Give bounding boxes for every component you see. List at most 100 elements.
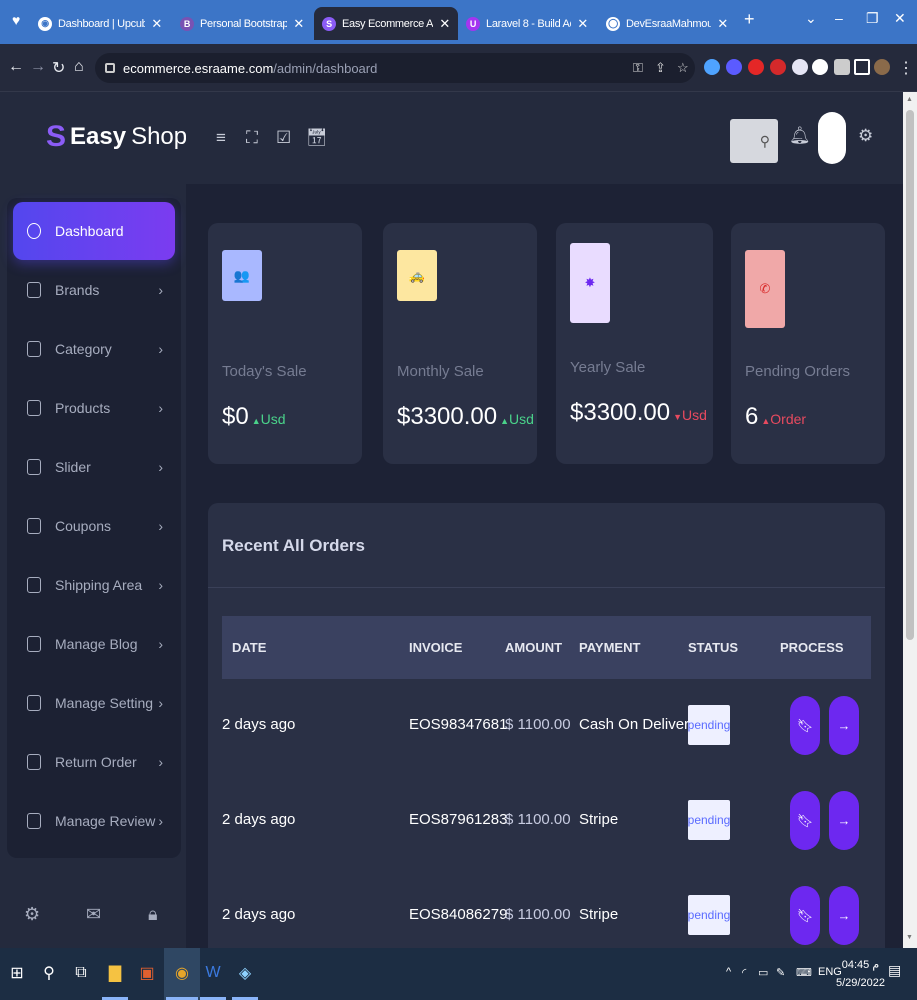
app-icon[interactable]: ▣ bbox=[136, 962, 158, 984]
sidebar-item-manage-review[interactable]: Manage Review › bbox=[13, 792, 175, 850]
extension-green-icon[interactable] bbox=[812, 59, 828, 75]
chrome-icon[interactable]: ◉ bbox=[171, 962, 193, 984]
page-scrollbar[interactable]: ▲ ▼ bbox=[903, 92, 917, 948]
sidebar-item-category[interactable]: Category › bbox=[13, 320, 175, 378]
stat-unit: Order bbox=[770, 411, 807, 427]
search-icon[interactable]: ⚲ bbox=[38, 962, 60, 984]
close-window-button[interactable]: ✕ bbox=[894, 10, 906, 27]
home-icon[interactable]: ⌂ bbox=[74, 58, 84, 76]
close-tab-icon[interactable]: ✕ bbox=[293, 16, 304, 32]
invoice-arrow-button[interactable]: → bbox=[829, 696, 859, 755]
view-order-button[interactable]: 🔖︎ bbox=[790, 696, 820, 755]
sidebar-item-label: Manage Blog bbox=[55, 636, 138, 652]
sidebar-item-manage-blog[interactable]: Manage Blog › bbox=[13, 615, 175, 673]
app-icon[interactable]: ◈ bbox=[234, 962, 256, 984]
minimize-button[interactable]: – bbox=[835, 10, 843, 26]
scroll-down-icon[interactable]: ▼ bbox=[906, 934, 913, 941]
tab-title: DevEsraaMahmoud/Ecomm bbox=[626, 17, 712, 30]
bell-icon[interactable]: 🔔︎ bbox=[789, 126, 811, 146]
table-header: DATE INVOICE AMOUNT PAYMENT STATUS PROCESS bbox=[222, 616, 871, 679]
tab-search-icon[interactable]: ♥ bbox=[12, 12, 20, 28]
scroll-thumb[interactable] bbox=[906, 110, 914, 640]
wifi-icon[interactable]: ◜ bbox=[742, 966, 746, 979]
word-icon[interactable]: W bbox=[202, 962, 224, 984]
stat-card-today-s-sale: 👥 Today's Sale $0 ▲Usd bbox=[208, 223, 362, 464]
trend-arrow-icon: ▼ bbox=[673, 412, 683, 422]
github-icon: ◯ bbox=[606, 16, 620, 31]
close-tab-icon[interactable]: ✕ bbox=[577, 16, 588, 32]
user-avatar[interactable] bbox=[818, 112, 846, 164]
new-tab-button[interactable]: + bbox=[744, 9, 755, 30]
profile-avatar[interactable] bbox=[874, 59, 890, 75]
chevron-down-icon[interactable]: ⌄ bbox=[805, 10, 817, 27]
star-icon[interactable]: ☆ bbox=[677, 60, 689, 76]
fullscreen-icon[interactable]: ⛶ bbox=[246, 128, 258, 148]
tab-2[interactable]: B Personal Bootstrap Templat ✕ bbox=[172, 7, 312, 40]
tab-1[interactable]: ◉ Dashboard | Upcube - Admi ✕ bbox=[30, 7, 170, 40]
file-explorer-icon[interactable]: ▇ bbox=[104, 962, 126, 984]
lock-icon[interactable]: 🔒︎ bbox=[148, 904, 158, 925]
pen-icon[interactable]: ✎ bbox=[776, 966, 785, 979]
battery-icon[interactable]: ▭ bbox=[758, 966, 768, 979]
menu-toggle-icon[interactable]: ≡ bbox=[216, 128, 226, 148]
chevron-up-icon[interactable]: ^ bbox=[726, 966, 731, 978]
close-tab-icon[interactable]: ✕ bbox=[439, 16, 450, 32]
extension-gear-icon[interactable] bbox=[726, 59, 742, 75]
sidebar-item-return-order[interactable]: Return Order › bbox=[13, 733, 175, 791]
maximize-button[interactable]: ❐ bbox=[866, 10, 879, 27]
task-view-icon[interactable]: ⧉ bbox=[70, 962, 92, 984]
invoice-arrow-button[interactable]: → bbox=[829, 886, 859, 945]
close-tab-icon[interactable]: ✕ bbox=[151, 16, 162, 32]
settings-gear-icon[interactable]: ⚙ bbox=[858, 126, 873, 146]
arrow-right-icon: → bbox=[837, 813, 851, 828]
arrow-right-icon: → bbox=[837, 908, 851, 923]
logo[interactable]: S Easy Shop bbox=[46, 120, 187, 154]
notifications-icon[interactable]: ▤ bbox=[888, 962, 901, 979]
sidepanel-icon[interactable] bbox=[854, 59, 870, 75]
url-field[interactable]: ecommerce.esraame.com/admin/dashboard ⚿ … bbox=[95, 53, 695, 83]
key-icon[interactable]: ⚿ bbox=[633, 60, 643, 76]
sidebar-item-slider[interactable]: Slider › bbox=[13, 438, 175, 496]
stat-value: 6 bbox=[745, 403, 759, 430]
search-button[interactable]: ⚲ bbox=[730, 119, 778, 163]
keyboard-icon[interactable]: ⌨ bbox=[796, 966, 812, 979]
close-tab-icon[interactable]: ✕ bbox=[717, 16, 728, 32]
forward-arrow-icon[interactable]: → bbox=[30, 58, 46, 76]
checkbox-icon[interactable]: ☑ bbox=[276, 128, 291, 148]
sidebar-item-dashboard[interactable]: Dashboard bbox=[13, 202, 175, 260]
back-arrow-icon[interactable]: ← bbox=[8, 58, 24, 76]
view-order-button[interactable]: 🔖︎ bbox=[790, 886, 820, 945]
scroll-up-icon[interactable]: ▲ bbox=[906, 96, 913, 103]
order-invoice: EOS84086279 bbox=[409, 906, 508, 923]
sidebar-item-manage-setting[interactable]: Manage Setting › bbox=[13, 674, 175, 732]
extension-circle-icon[interactable] bbox=[792, 59, 808, 75]
settings-gear-icon[interactable]: ⚙ bbox=[24, 904, 40, 925]
stat-value-row: $3300.00 ▲Usd bbox=[397, 403, 534, 431]
order-invoice: EOS98347681 bbox=[409, 716, 508, 733]
extension-pin-icon[interactable] bbox=[704, 59, 720, 75]
invoice-arrow-button[interactable]: → bbox=[829, 791, 859, 850]
tab-title: Laravel 8 - Build Advance E bbox=[486, 17, 571, 30]
tab-3[interactable]: S Easy Ecommerce Admin - D ✕ bbox=[314, 7, 458, 40]
calendar-icon[interactable]: 📅︎ bbox=[306, 128, 328, 148]
sidebar-item-shipping-area[interactable]: Shipping Area › bbox=[13, 556, 175, 614]
sidebar-item-brands[interactable]: Brands › bbox=[13, 261, 175, 319]
windows-start-icon[interactable]: ⊞ bbox=[6, 962, 28, 984]
tab-4[interactable]: U Laravel 8 - Build Advance E ✕ bbox=[458, 7, 596, 40]
puzzle-icon[interactable] bbox=[834, 59, 850, 75]
extension-red-icon[interactable] bbox=[748, 59, 764, 75]
tab-5[interactable]: ◯ DevEsraaMahmoud/Ecomm ✕ bbox=[598, 7, 736, 40]
adblock-icon[interactable] bbox=[770, 59, 786, 75]
trend-indicator: ▲Order bbox=[761, 411, 806, 427]
view-order-button[interactable]: 🔖︎ bbox=[790, 791, 820, 850]
stat-value-row: $0 ▲Usd bbox=[222, 403, 286, 431]
mail-icon[interactable]: ✉ bbox=[86, 904, 101, 925]
address-bar-row: ← → ↻ ⌂ ecommerce.esraame.com/admin/dash… bbox=[0, 44, 917, 92]
sidebar-item-coupons[interactable]: Coupons › bbox=[13, 497, 175, 555]
trend-indicator: ▼Usd bbox=[673, 407, 707, 423]
reload-icon[interactable]: ↻ bbox=[52, 58, 65, 78]
clock[interactable]: 04:45 م 5/29/2022 bbox=[836, 956, 885, 992]
share-icon[interactable]: ⇪ bbox=[655, 60, 666, 76]
kebab-menu-icon[interactable]: ⋮ bbox=[898, 58, 914, 78]
sidebar-item-products[interactable]: Products › bbox=[13, 379, 175, 437]
